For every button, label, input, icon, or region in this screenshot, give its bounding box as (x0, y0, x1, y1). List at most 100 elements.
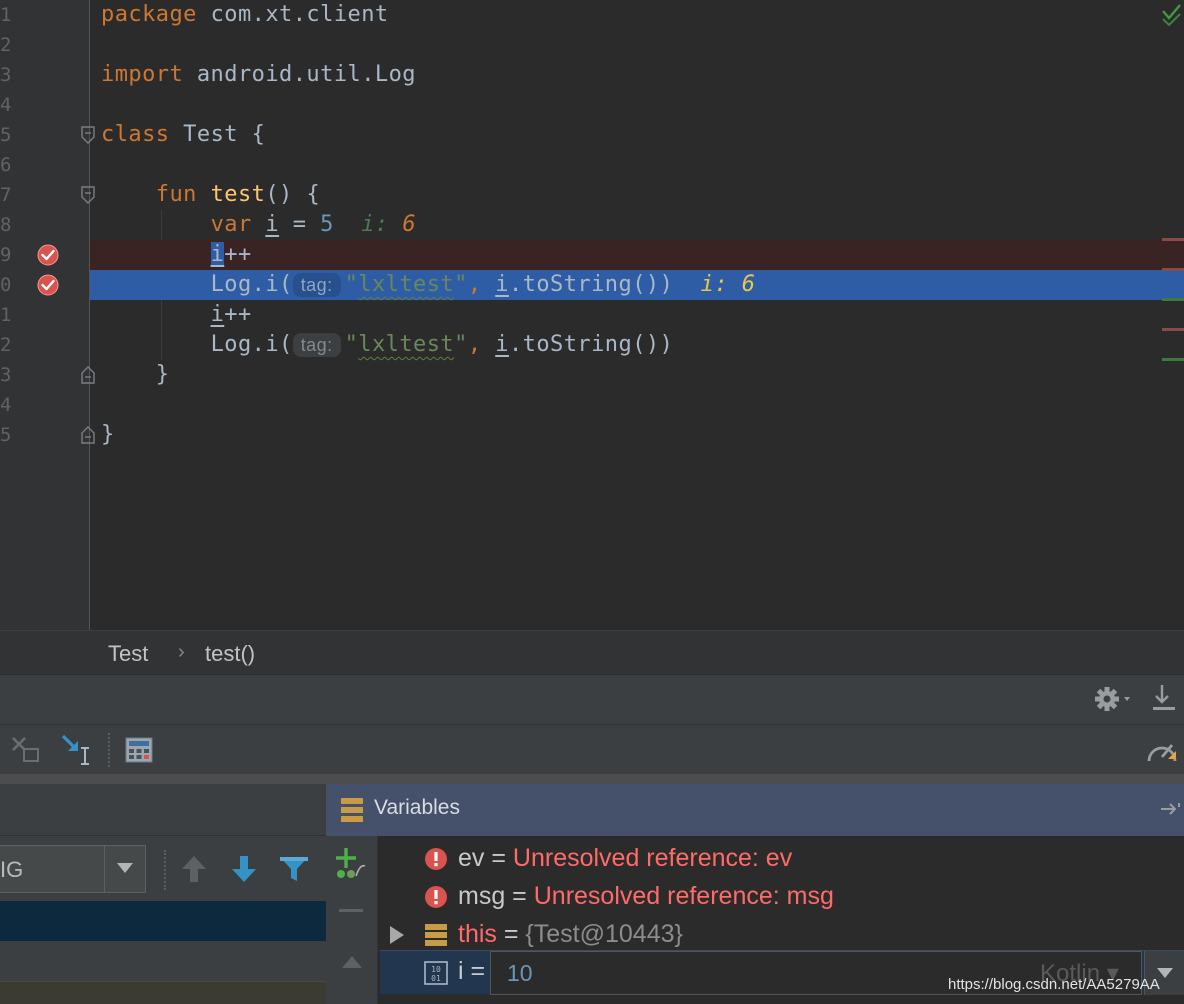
code-text: ++ (224, 302, 252, 327)
pin-icon[interactable] (1160, 800, 1182, 818)
code-line-15[interactable]: 5 } (0, 420, 1184, 450)
string-quote: " (454, 272, 468, 297)
arrow-up-icon[interactable] (340, 954, 364, 970)
code-line-9[interactable]: 9 i++ (0, 240, 1184, 270)
fold-icon[interactable] (80, 126, 96, 144)
expand-icon[interactable] (388, 925, 406, 945)
thread-selector-value: IG (0, 857, 24, 882)
breadcrumb: Test › test() (0, 630, 1184, 674)
error-stripe-marker[interactable] (1162, 238, 1184, 241)
code-line-8[interactable]: 8 var i = 5 i: 6 (0, 210, 1184, 240)
variable-row[interactable]: ev = Unresolved reference: ev (384, 840, 1184, 878)
code-text: Log.i( (210, 272, 293, 297)
arrow-up-icon[interactable] (180, 854, 208, 884)
settings-icon[interactable] (1094, 685, 1136, 713)
breadcrumb-item-function[interactable]: test() (205, 641, 255, 667)
close-debug-icon[interactable] (10, 735, 42, 765)
breakpoint-icon[interactable] (36, 244, 60, 266)
fold-icon[interactable] (80, 366, 96, 384)
keyword: var (210, 212, 252, 237)
chevron-down-icon (117, 863, 133, 873)
arrow-down-icon[interactable] (230, 854, 258, 884)
step-into-icon[interactable] (60, 733, 92, 767)
calculator-icon[interactable] (124, 736, 154, 764)
error-icon (425, 848, 447, 870)
breakpoint-icon[interactable] (36, 274, 60, 296)
frame-list-item[interactable] (0, 981, 326, 1004)
equals-sign: = (484, 844, 513, 872)
download-icon[interactable] (1150, 683, 1178, 715)
variables-side-toolbar (326, 836, 378, 1004)
minus-icon[interactable] (338, 908, 364, 914)
variables-pane: Variables ev = Unresolved reference: ev (326, 784, 1184, 1004)
thread-selector[interactable]: IG (0, 845, 146, 893)
debug-toolbar (0, 724, 1184, 774)
add-watch-icon[interactable] (334, 846, 368, 880)
error-stripe-marker[interactable] (1162, 328, 1184, 331)
code-line-4[interactable]: 4 (0, 90, 1184, 120)
code-text: Log.i( (210, 332, 293, 357)
code-line-13[interactable]: 3 } (0, 360, 1184, 390)
variable-value: {Test@10443} (525, 920, 683, 948)
variables-title: Variables (374, 796, 460, 819)
fold-icon[interactable] (80, 186, 96, 204)
code-line-5[interactable]: 5 class Test { (0, 120, 1184, 150)
watermark-text: https://blog.csdn.net/AA5279AA (948, 976, 1160, 993)
variable-name: ev (458, 844, 485, 872)
keyword: fun (155, 182, 197, 207)
code-line-10[interactable]: 0 Log.i(tag: "lxltest", i.toString()) i: … (0, 270, 1184, 300)
code-line-2[interactable]: 2 (0, 30, 1184, 60)
code-line-14[interactable]: 4 (0, 390, 1184, 420)
code-text: .toString()) (508, 332, 674, 357)
check-icon[interactable] (1160, 2, 1182, 26)
variable-value: Unresolved reference: msg (533, 882, 834, 910)
code-text: Test { (169, 122, 266, 147)
panel-splitter[interactable] (0, 774, 1184, 784)
speedometer-icon[interactable] (1146, 735, 1178, 765)
line-number: 1 (0, 4, 12, 26)
code-line-12[interactable]: 2 Log.i(tag: "lxltest", i.toString()) (0, 330, 1184, 360)
code-text: } (155, 362, 170, 387)
error-stripe-marker[interactable] (1162, 268, 1184, 271)
code-text: ++ (224, 242, 252, 267)
info-stripe-marker[interactable] (1162, 358, 1184, 361)
code-line-7[interactable]: 7 fun test() { (0, 180, 1184, 210)
svg-text:01: 01 (431, 974, 441, 983)
variable-name: msg (458, 882, 506, 910)
frame-list-item-selected[interactable] (0, 901, 326, 941)
variable-row[interactable]: this = {Test@10443} (384, 916, 1184, 954)
line-number: 5 (0, 424, 12, 446)
line-number: 8 (0, 214, 12, 236)
code-line-11[interactable]: 1 i++ (0, 300, 1184, 330)
line-number: 4 (0, 394, 12, 416)
function-name: test (210, 182, 266, 207)
code-text: () { (265, 182, 321, 207)
code-line-3[interactable]: 3 import android.util.Log (0, 60, 1184, 90)
filter-icon[interactable] (278, 854, 310, 884)
breadcrumb-item-class[interactable]: Test (108, 641, 148, 667)
variable: i (265, 212, 280, 237)
svg-text:10: 10 (431, 965, 441, 974)
number-literal: 5 (320, 212, 334, 237)
parameter-hint: tag: (292, 273, 341, 297)
fold-icon[interactable] (80, 426, 96, 444)
string-quote: " (454, 332, 468, 357)
line-number: 4 (0, 94, 12, 116)
keyword: class (101, 122, 170, 147)
string-literal: lxltest (358, 272, 455, 297)
line-number: 0 (0, 274, 12, 296)
code-text: } (101, 422, 115, 447)
line-number: 2 (0, 34, 12, 56)
code-editor[interactable]: 1 package com.xt.client 2 3 import andro… (0, 0, 1184, 630)
info-stripe-marker[interactable] (1162, 298, 1184, 301)
thread-selector-arrow[interactable] (104, 846, 145, 892)
error-icon (425, 886, 447, 908)
code-line-1[interactable]: 1 package com.xt.client (0, 0, 1184, 30)
toolbar-separator (164, 850, 166, 890)
line-number: 1 (0, 304, 12, 326)
variable: i (495, 332, 509, 357)
debug-header-bar (0, 674, 1184, 724)
code-line-6[interactable]: 6 (0, 150, 1184, 180)
variable-row[interactable]: msg = Unresolved reference: msg (384, 878, 1184, 916)
comma: , (467, 272, 496, 297)
